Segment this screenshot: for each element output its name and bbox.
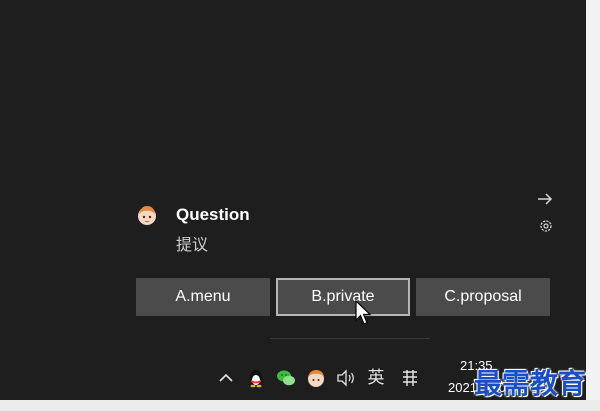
app-avatar-icon[interactable] xyxy=(306,368,326,388)
notification-actions: A.menu B.private C.proposal xyxy=(136,278,552,318)
notification-subtitle: 提议 xyxy=(176,237,209,254)
chevron-up-icon[interactable] xyxy=(216,368,236,388)
notification-title: Question xyxy=(176,205,250,224)
mouse-cursor-icon xyxy=(355,300,372,325)
input-language-indicator[interactable]: 英 xyxy=(365,368,387,388)
watermark: 最需教育 xyxy=(474,367,587,400)
frame-edge xyxy=(586,0,600,411)
action-button-private[interactable]: B.private xyxy=(276,278,410,316)
notification-toast[interactable]: Question 提议 A.menu B.private C.proposal xyxy=(120,180,570,330)
qq-penguin-icon[interactable] xyxy=(246,368,266,388)
arrow-right-icon[interactable] xyxy=(536,190,554,208)
wechat-icon[interactable] xyxy=(276,368,296,388)
gear-icon[interactable] xyxy=(538,218,554,234)
speaker-volume-icon[interactable] xyxy=(336,368,356,388)
ime-mode-icon[interactable] xyxy=(400,368,420,388)
app-avatar-icon xyxy=(138,206,156,225)
desktop: Question 提议 A.menu B.private C.proposal xyxy=(0,0,586,400)
action-button-menu[interactable]: A.menu xyxy=(136,278,270,316)
divider xyxy=(270,338,430,339)
action-button-proposal[interactable]: C.proposal xyxy=(416,278,550,316)
